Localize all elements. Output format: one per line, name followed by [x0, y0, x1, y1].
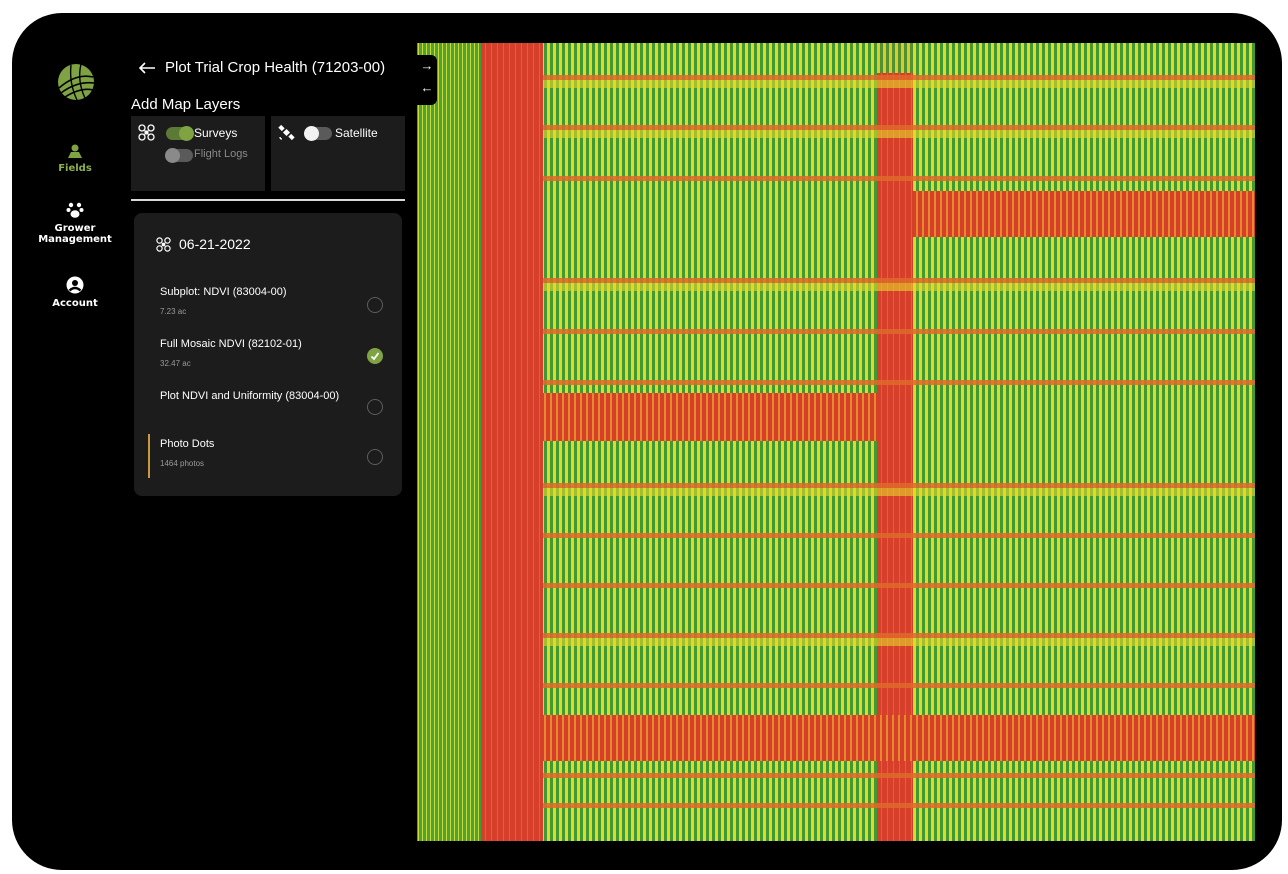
- ndvi-mosaic: [417, 43, 1255, 841]
- ndvi-map[interactable]: → ←: [417, 43, 1255, 841]
- app-logo[interactable]: [57, 63, 95, 101]
- expand-arrow-icon[interactable]: →: [417, 55, 437, 77]
- survey-item-name: Photo Dots: [160, 438, 215, 450]
- satellite-layer-card: Satellite: [271, 116, 405, 191]
- survey-item-name: Full Mosaic NDVI (82102-01): [160, 338, 302, 350]
- survey-item-photo-count: 1464 photos: [160, 459, 205, 468]
- drone-icon: [156, 236, 171, 252]
- app-window: Fields Grower Management Account Plot Tr…: [12, 13, 1282, 870]
- drone-icon: [138, 124, 155, 141]
- radio-plot-ndvi-uniformity[interactable]: [367, 399, 383, 415]
- left-nav: Fields Grower Management Account: [12, 13, 132, 870]
- survey-item-area: 7.23 ac: [160, 307, 187, 316]
- fields-icon: [68, 144, 82, 158]
- nav-label-fields: Fields: [58, 163, 92, 174]
- satellite-icon: [278, 124, 295, 141]
- survey-item-full-mosaic-ndvi[interactable]: Full Mosaic NDVI (82102-01) 32.47 ac: [160, 338, 390, 368]
- flight-logs-toggle[interactable]: [165, 148, 193, 163]
- collapse-arrow-icon[interactable]: ←: [417, 77, 437, 99]
- account-icon: [66, 276, 84, 294]
- survey-card: 06-21-2022 Subplot: NDVI (83004-00) 7.23…: [134, 213, 402, 496]
- check-icon: [370, 352, 380, 361]
- back-arrow-icon[interactable]: [138, 61, 156, 75]
- surveys-toggle[interactable]: [166, 126, 194, 141]
- layers-panel: Plot Trial Crop Health (71203-00) Add Ma…: [130, 13, 410, 870]
- nav-item-account[interactable]: Account: [30, 276, 120, 309]
- radio-subplot-ndvi[interactable]: [367, 297, 383, 313]
- photo-dots-accent-bar: [148, 434, 150, 478]
- nav-label-grower-1: Grower: [54, 223, 96, 234]
- map-panel-toggle[interactable]: → ←: [417, 55, 437, 105]
- survey-item-plot-ndvi-uniformity[interactable]: Plot NDVI and Uniformity (83004-00): [160, 390, 390, 402]
- nav-item-fields[interactable]: Fields: [30, 143, 120, 174]
- satellite-label: Satellite: [335, 126, 378, 140]
- page-title: Plot Trial Crop Health (71203-00): [165, 59, 386, 76]
- survey-item-subplot-ndvi[interactable]: Subplot: NDVI (83004-00) 7.23 ac: [160, 286, 390, 316]
- paw-icon: [66, 202, 84, 218]
- satellite-toggle[interactable]: [304, 126, 332, 141]
- section-title: Add Map Layers: [131, 96, 241, 113]
- divider: [131, 199, 405, 201]
- survey-date: 06-21-2022: [179, 236, 251, 252]
- survey-date-header: 06-21-2022: [156, 236, 251, 252]
- nav-item-grower-management[interactable]: Grower Management: [30, 201, 120, 245]
- nav-label-account: Account: [52, 298, 98, 309]
- survey-item-name: Subplot: NDVI (83004-00): [160, 286, 287, 298]
- radio-full-mosaic-ndvi[interactable]: [367, 348, 383, 364]
- nav-label-grower-2: Management: [38, 234, 112, 245]
- radio-photo-dots[interactable]: [367, 449, 383, 465]
- page-header: Plot Trial Crop Health (71203-00): [138, 59, 385, 76]
- surveys-label: Surveys: [194, 126, 238, 140]
- survey-item-name: Plot NDVI and Uniformity (83004-00): [160, 390, 340, 402]
- survey-item-photo-dots[interactable]: Photo Dots 1464 photos: [160, 438, 390, 468]
- flight-logs-label: Flight Logs: [194, 148, 248, 160]
- survey-item-area: 32.47 ac: [160, 359, 191, 368]
- surveys-layer-card: Surveys Flight Logs: [131, 116, 265, 191]
